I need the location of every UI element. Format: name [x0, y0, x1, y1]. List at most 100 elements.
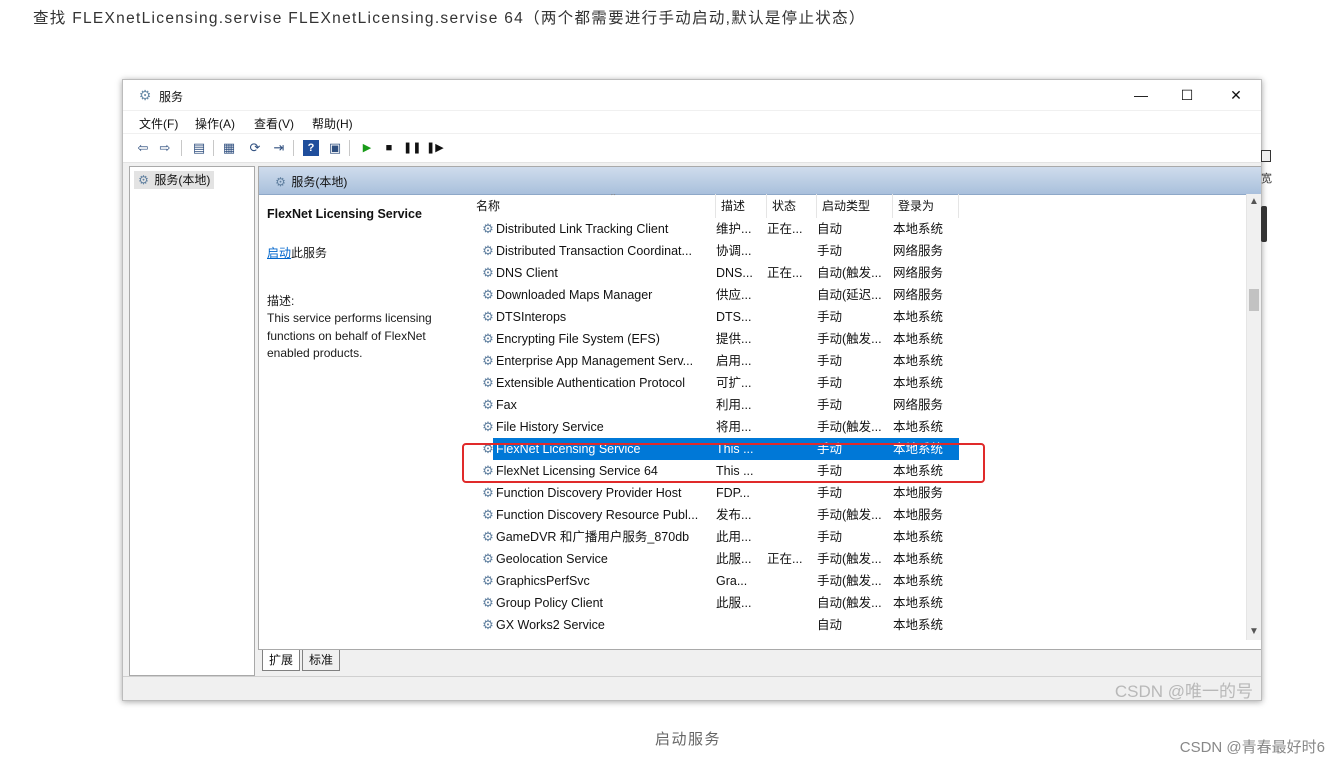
service-row[interactable]: ⚙ Fax 利用... 手动 网络服务	[471, 394, 1245, 416]
service-name-cell: Function Discovery Resource Publ...	[496, 508, 699, 522]
service-row[interactable]: ⚙ DTSInterops DTS... 手动 本地系统	[471, 306, 1245, 328]
service-name-cell: Group Policy Client	[496, 596, 603, 610]
menu-action[interactable]: 操作(A)	[195, 115, 235, 132]
service-row[interactable]: ⚙ GameDVR 和广播用户服务_870db 此用... 手动 本地系统	[471, 526, 1245, 548]
toolbar: ⇦ ⇨ ▤ ▦ ⟳ ⇥ ? ▣ ▶ ■ ❚❚ ❚▶	[123, 134, 1261, 163]
scroll-up-icon[interactable]: ▲	[1247, 194, 1261, 210]
service-description-cell: 此用...	[716, 530, 752, 544]
service-row[interactable]: ⚙ Function Discovery Resource Publ... 发布..…	[471, 504, 1245, 526]
service-logon-cell: 本地系统	[893, 376, 944, 390]
service-row[interactable]: ⚙ Encrypting File System (EFS) 提供... 手动(触发.…	[471, 328, 1245, 350]
column-header-logon-as[interactable]: 登录为	[893, 194, 959, 218]
services-panel: ⚙ 服务(本地) FlexNet Licensing Service 启动此服务…	[258, 166, 1261, 650]
start-service-link[interactable]: 启动	[267, 246, 291, 260]
minimize-button[interactable]: —	[1118, 82, 1164, 108]
service-row[interactable]: ⚙ GX Works2 Service 自动 本地系统	[471, 614, 1245, 636]
service-description-cell: 激活...	[716, 636, 762, 640]
service-startup-type-cell: 手动	[817, 310, 843, 324]
service-description-cell: 将用...	[716, 420, 752, 434]
tab-extended[interactable]: 扩展	[262, 650, 301, 671]
selected-service-name: FlexNet Licensing Service	[267, 207, 422, 221]
service-row[interactable]: ⚙ Group Policy Client 此服... 自动(触发... 本地系统	[471, 592, 1245, 614]
service-gear-icon: ⚙	[482, 551, 494, 566]
service-row[interactable]: ⚙ DNS Client DNS... 正在... 自动(触发... 网络服务	[471, 262, 1245, 284]
vertical-scrollbar[interactable]: ▲ ▼	[1246, 194, 1261, 640]
window-edge-glyph: 宽	[1261, 173, 1272, 185]
figure-caption: 启动服务	[655, 731, 722, 748]
back-icon[interactable]: ⇦	[135, 140, 151, 156]
service-row[interactable]: ⚙ Distributed Link Tracking Client 维护... 正在…	[471, 218, 1245, 240]
service-name-cell: Geolocation Service	[496, 552, 608, 566]
service-logon-cell: 本地系统	[893, 354, 944, 368]
service-row[interactable]: ⚙ Extensible Authentication Protocol 可扩...…	[471, 372, 1245, 394]
view-tabs: 扩展 标准	[258, 650, 1260, 672]
service-gear-icon: ⚙	[482, 397, 494, 412]
export-list-icon[interactable]: ⇥	[271, 140, 287, 156]
service-name-cell: File History Service	[496, 420, 604, 434]
service-row[interactable]: ⚙Human Interface Device Service激活... 正在..…	[471, 636, 1245, 640]
service-startup-type-cell: 自动	[817, 618, 843, 632]
menu-file[interactable]: 文件(F)	[139, 115, 178, 132]
column-header-description[interactable]: 描述	[716, 194, 767, 218]
maximize-button[interactable]: ☐	[1164, 82, 1210, 108]
service-startup-type-cell: 手动(触发...	[817, 636, 889, 640]
service-name-cell: Downloaded Maps Manager	[496, 288, 653, 302]
menu-help[interactable]: 帮助(H)	[312, 115, 353, 132]
service-gear-icon: ⚙	[482, 573, 494, 588]
console-tree-icon[interactable]: ▤	[191, 140, 207, 156]
service-startup-type-cell: 自动(触发...	[817, 596, 882, 610]
service-description-cell: 供应...	[716, 288, 752, 302]
start-service-line: 启动此服务	[267, 244, 327, 261]
console-tree: ⚙ 服务(本地)	[129, 166, 255, 676]
service-row[interactable]: ⚙ File History Service 将用... 手动(触发... 本地系统	[471, 416, 1245, 438]
stop-service-icon[interactable]: ■	[381, 140, 397, 156]
background-window-edge: 宽	[1261, 148, 1273, 244]
menu-view[interactable]: 查看(V)	[254, 115, 294, 132]
service-name-cell: DNS Client	[496, 266, 558, 280]
service-gear-icon: ⚙	[482, 265, 494, 280]
service-gear-icon: ⚙	[480, 639, 496, 640]
panel-header-title: 服务(本地)	[291, 175, 348, 189]
forward-icon[interactable]: ⇨	[157, 140, 173, 156]
service-row[interactable]: ⚙ Downloaded Maps Manager 供应... 自动(延迟... 网络服…	[471, 284, 1245, 306]
services-gear-icon: ⚙	[138, 173, 149, 187]
service-row[interactable]: ⚙ Enterprise App Management Serv... 启用... 手…	[471, 350, 1245, 372]
scrollbar-thumb[interactable]	[1249, 289, 1259, 311]
refresh-icon[interactable]: ⟳	[247, 140, 263, 156]
service-name-cell: GX Works2 Service	[496, 618, 605, 632]
service-row[interactable]: ⚙ Function Discovery Provider Host FDP... 手…	[471, 482, 1245, 504]
service-logon-cell: 本地服务	[893, 486, 944, 500]
help-icon[interactable]: ?	[303, 140, 319, 156]
properties-icon[interactable]: ▦	[221, 140, 237, 156]
service-row[interactable]: ⚙ Geolocation Service 此服... 正在... 手动(触发... 本地…	[471, 548, 1245, 570]
close-button[interactable]: ✕	[1213, 82, 1259, 108]
service-logon-cell: 本地系统	[893, 574, 944, 588]
toolbar-separator	[293, 140, 294, 156]
menu-bar: 文件(F) 操作(A) 查看(V) 帮助(H)	[123, 111, 1261, 133]
service-startup-type-cell: 手动(触发...	[817, 508, 882, 522]
service-row[interactable]: ⚙ GraphicsPerfSvc Gra... 手动(触发... 本地系统	[471, 570, 1245, 592]
service-row[interactable]: ⚙ Distributed Transaction Coordinat... 协调.…	[471, 240, 1245, 262]
pause-service-icon[interactable]: ❚❚	[403, 140, 421, 156]
tree-item-services-local[interactable]: ⚙ 服务(本地)	[134, 171, 215, 189]
service-description-cell: 启用...	[716, 354, 752, 368]
column-header-status[interactable]: 状态	[767, 194, 817, 218]
service-description-cell: FDP...	[716, 486, 750, 500]
resume-service-icon[interactable]: ❚▶	[426, 140, 444, 156]
service-description-cell: 维护...	[716, 222, 752, 236]
column-header-startup-type[interactable]: 启动类型	[817, 194, 893, 218]
view-icon[interactable]: ▣	[327, 140, 343, 156]
service-startup-type-cell: 手动	[817, 530, 843, 544]
start-service-icon[interactable]: ▶	[359, 140, 375, 156]
service-gear-icon: ⚙	[482, 287, 494, 302]
service-name-cell: DTSInterops	[496, 310, 567, 324]
description-text: This service performs licensing function…	[267, 311, 432, 360]
scroll-down-icon[interactable]: ▼	[1247, 624, 1261, 640]
service-startup-type-cell: 手动	[817, 376, 843, 390]
services-gear-icon: ⚙	[275, 175, 286, 189]
services-window: ⚙ 服务 — ☐ ✕ 文件(F) 操作(A) 查看(V) 帮助(H) ⇦ ⇨ ▤…	[122, 79, 1262, 701]
column-header-name[interactable]: 名称 ⌃	[471, 194, 716, 218]
tab-standard[interactable]: 标准	[302, 650, 341, 671]
service-logon-cell: 网络服务	[893, 398, 944, 412]
start-service-suffix: 此服务	[291, 246, 328, 260]
